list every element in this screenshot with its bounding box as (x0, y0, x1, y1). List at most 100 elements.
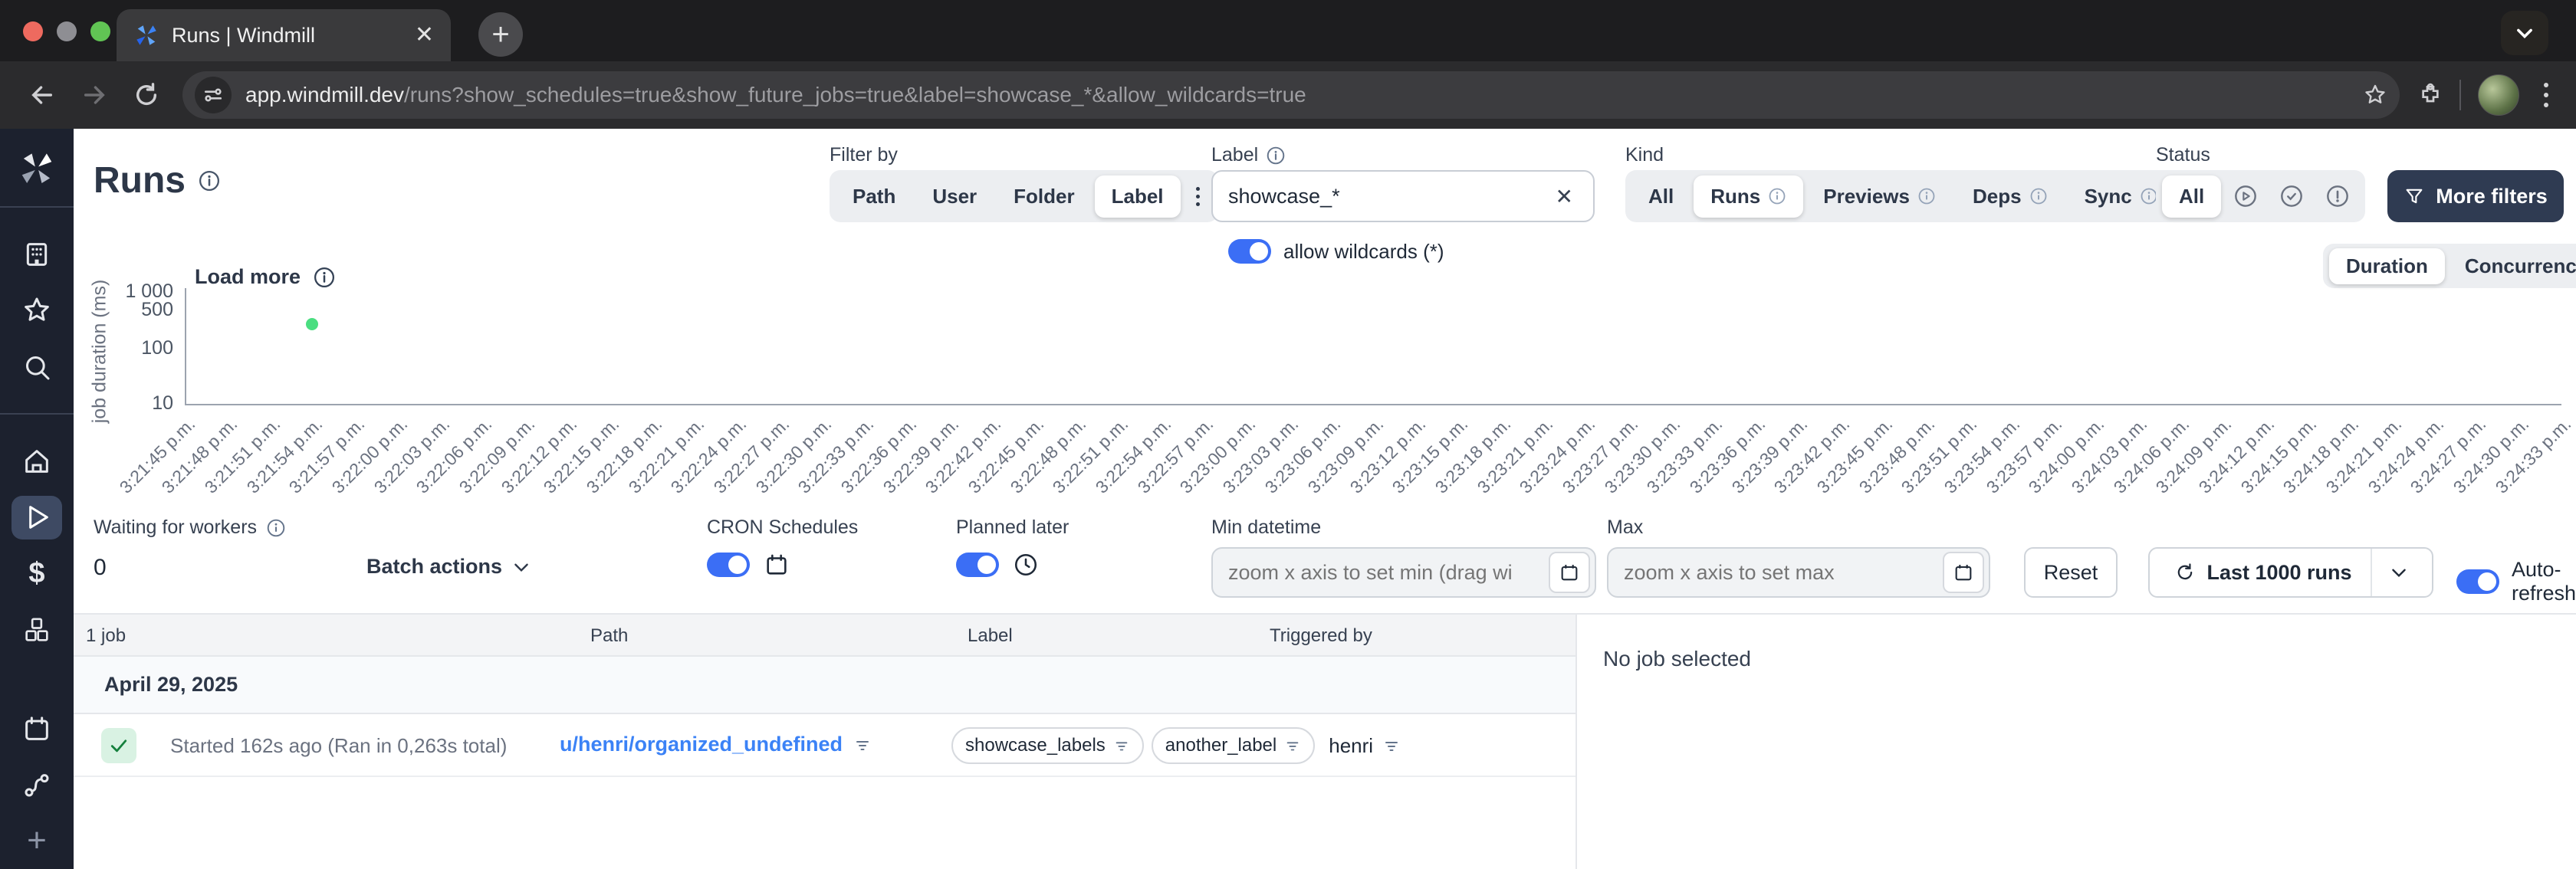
extensions-icon[interactable] (2418, 83, 2443, 107)
sidebar-item-favorites[interactable] (12, 289, 62, 333)
status-segmented: All (2156, 170, 2366, 222)
calendar-icon[interactable] (764, 552, 790, 578)
funnel-icon (2406, 189, 2423, 204)
max-datetime-label: Max (1607, 516, 1644, 538)
sidebar-item-runs[interactable] (12, 495, 62, 540)
y-tick: 500 (141, 299, 173, 320)
info-icon (2030, 188, 2046, 205)
kind-all[interactable]: All (1631, 175, 1691, 218)
kind-runs[interactable]: Runs (1694, 175, 1804, 218)
calendar-icon (1955, 565, 1972, 581)
load-more-button[interactable]: Load more (195, 265, 336, 289)
reset-button[interactable]: Reset (2024, 547, 2118, 598)
filter-by-folder[interactable]: Folder (997, 175, 1091, 218)
sidebar-item-workspace[interactable] (12, 232, 62, 276)
app-sidebar: $ + (0, 129, 74, 869)
page-title: Runs (94, 159, 221, 202)
sidebar-item-search[interactable] (12, 345, 62, 389)
kind-previews[interactable]: Previews (1806, 175, 1953, 218)
info-icon[interactable] (266, 518, 286, 538)
filter-by-label-option[interactable]: Label (1094, 175, 1181, 218)
status-running-icon[interactable] (2224, 178, 2267, 215)
sidebar-divider (0, 413, 74, 415)
last-runs-dropdown[interactable] (2372, 549, 2426, 596)
waiting-workers-label: Waiting for workers (94, 516, 286, 539)
url-host: app.windmill.dev (245, 83, 404, 107)
kind-deps[interactable]: Deps (1956, 175, 2065, 218)
info-icon[interactable] (198, 169, 221, 192)
min-datetime-input[interactable] (1228, 560, 1549, 585)
filter-by-user[interactable]: User (915, 175, 994, 218)
label-chip[interactable]: showcase_labels (951, 727, 1144, 764)
cron-schedules-toggle[interactable] (707, 553, 750, 577)
address-bar[interactable]: app.windmill.dev/runs?show_schedules=tru… (182, 71, 2400, 119)
min-datetime-calendar-button[interactable] (1549, 552, 1590, 593)
allow-wildcards-toggle[interactable] (1228, 239, 1271, 264)
browser-tab[interactable]: Runs | Windmill ✕ (117, 9, 451, 61)
sidebar-item-resources[interactable] (12, 608, 62, 651)
zoom-window-button[interactable] (90, 21, 110, 41)
dollar-icon: $ (28, 557, 45, 590)
sidebar-item-workers[interactable] (12, 762, 62, 806)
tab-close-icon[interactable]: ✕ (415, 24, 434, 47)
chart-x-axis[interactable] (185, 404, 2561, 405)
view-concurrency[interactable]: Concurrency (2448, 248, 2576, 284)
max-datetime-input[interactable] (1624, 560, 1943, 585)
site-settings-icon[interactable] (195, 77, 232, 113)
tab-search-button[interactable] (2501, 11, 2548, 55)
url-text[interactable]: app.windmill.dev/runs?show_schedules=tru… (245, 83, 2349, 107)
view-duration[interactable]: Duration (2329, 248, 2445, 284)
windmill-logo (21, 153, 52, 183)
more-filters-button[interactable]: More filters (2387, 170, 2564, 222)
sidebar-item-schedules[interactable] (12, 707, 62, 750)
reload-button[interactable] (124, 73, 169, 117)
min-datetime-label: Min datetime (1211, 516, 1322, 538)
sidebar-item-variables[interactable]: $ (12, 552, 62, 595)
back-button[interactable] (20, 73, 64, 117)
clear-label-icon[interactable]: ✕ (1551, 184, 1578, 209)
cron-schedules-label: CRON Schedules (707, 516, 859, 538)
job-row[interactable]: Started 162s ago (Ran in 0,263s total) u… (74, 714, 1576, 777)
status-failure-icon[interactable] (2316, 178, 2359, 215)
filter-icon[interactable] (1284, 737, 1301, 754)
auto-refresh-row: Auto-refresh (2456, 558, 2576, 605)
cron-schedules-controls (707, 552, 790, 578)
sidebar-add-button[interactable]: + (12, 819, 62, 863)
planned-later-label: Planned later (956, 516, 1070, 538)
last-runs-button[interactable]: Last 1000 runs (2148, 547, 2433, 598)
info-icon (1918, 188, 1935, 205)
info-icon[interactable] (1266, 146, 1286, 166)
minimize-window-button[interactable] (57, 21, 77, 41)
profile-avatar[interactable] (2478, 74, 2519, 116)
close-window-button[interactable] (23, 21, 43, 41)
last-runs-main[interactable]: Last 1000 runs (2156, 549, 2370, 596)
sidebar-item-home[interactable] (12, 439, 62, 483)
filter-by-more-icon[interactable] (1184, 186, 1212, 206)
label-chip[interactable]: another_label (1151, 727, 1316, 764)
label-filter-input[interactable] (1228, 184, 1551, 208)
filter-icon[interactable] (853, 736, 872, 754)
chart-data-point[interactable] (306, 318, 319, 331)
filter-by-path[interactable]: Path (836, 175, 912, 218)
max-datetime-calendar-button[interactable] (1943, 552, 1984, 593)
new-tab-button[interactable]: + (478, 12, 523, 57)
toolbar-divider (2459, 80, 2461, 110)
status-success-icon[interactable] (2270, 178, 2313, 215)
status-all[interactable]: All (2162, 175, 2222, 218)
allow-wildcards-row: allow wildcards (*) (1228, 239, 1444, 264)
window-controls[interactable] (23, 21, 110, 41)
filter-icon[interactable] (1113, 737, 1130, 754)
job-path-link[interactable]: u/henri/organized_undefined (560, 733, 872, 756)
bookmark-star-icon[interactable] (2363, 83, 2387, 107)
forward-button[interactable] (72, 73, 117, 117)
planned-later-toggle[interactable] (956, 553, 999, 577)
table-header: 1 job Path Label Triggered by (74, 615, 1576, 657)
browser-menu-icon[interactable] (2536, 83, 2556, 107)
clock-icon[interactable] (1013, 552, 1039, 578)
windmill-favicon (136, 25, 156, 45)
auto-refresh-toggle[interactable] (2456, 569, 2499, 594)
y-tick: 10 (152, 392, 173, 414)
label-field-label: Label (1211, 144, 1286, 166)
filter-icon[interactable] (1382, 736, 1401, 755)
batch-actions-dropdown[interactable]: Batch actions (366, 555, 531, 579)
